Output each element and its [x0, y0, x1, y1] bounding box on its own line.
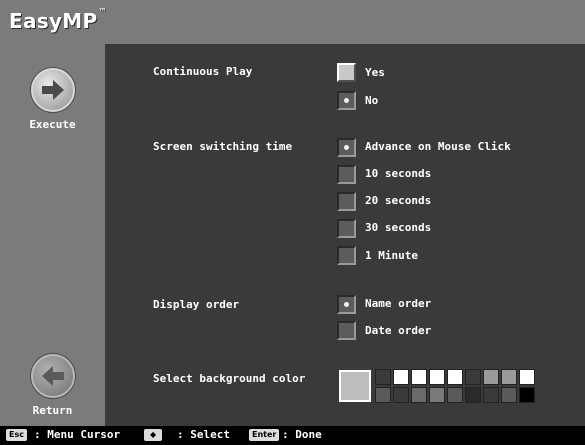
switch-30s-label: 30 seconds	[365, 221, 432, 234]
color-swatch[interactable]	[375, 387, 391, 403]
color-swatch[interactable]	[393, 369, 409, 385]
color-swatch[interactable]	[411, 369, 427, 385]
sidebar: Execute Return	[0, 44, 105, 426]
color-swatch[interactable]	[393, 387, 409, 403]
background-color-label: Select background color	[153, 372, 306, 385]
background-color-palette	[375, 369, 535, 405]
select-help-text: : Select	[177, 428, 230, 441]
switch-10s-radio[interactable]	[337, 165, 356, 184]
color-swatch[interactable]	[483, 369, 499, 385]
continuous-play-label: Continuous Play	[153, 65, 253, 78]
switch-mouse-click-radio[interactable]	[337, 138, 356, 157]
return-label: Return	[32, 404, 73, 417]
switch-20s-label: 20 seconds	[365, 194, 432, 207]
color-swatch[interactable]	[411, 387, 427, 403]
color-swatch[interactable]	[447, 369, 463, 385]
color-swatch[interactable]	[501, 369, 517, 385]
return-button[interactable]: Return	[0, 354, 105, 417]
color-swatch[interactable]	[447, 387, 463, 403]
color-swatch[interactable]	[483, 387, 499, 403]
color-swatch[interactable]	[465, 369, 481, 385]
done-help-text: : Done	[282, 428, 322, 441]
enter-key-icon: Enter	[249, 429, 280, 441]
title-bar: EasyMP™	[0, 0, 585, 44]
arrow-keys-icon: ◆	[144, 429, 163, 441]
order-date-radio[interactable]	[337, 321, 356, 340]
display-order-label: Display order	[153, 298, 240, 311]
color-swatch[interactable]	[429, 387, 445, 403]
continuous-play-no-label: No	[365, 94, 379, 107]
switch-mouse-click-label: Advance on Mouse Click	[365, 140, 511, 153]
color-swatch[interactable]	[501, 387, 517, 403]
continuous-play-yes-label: Yes	[365, 66, 385, 79]
color-swatch[interactable]	[519, 369, 535, 385]
esc-key-icon: Esc	[6, 429, 27, 441]
order-name-radio[interactable]	[337, 295, 356, 314]
switch-1min-label: 1 Minute	[365, 249, 418, 262]
switch-1min-radio[interactable]	[337, 246, 356, 265]
esc-help-text: : Menu Cursor	[34, 428, 121, 441]
switch-10s-label: 10 seconds	[365, 167, 432, 180]
switch-20s-radio[interactable]	[337, 192, 356, 211]
execute-label: Execute	[29, 118, 76, 131]
execute-button[interactable]: Execute	[0, 68, 105, 131]
continuous-play-yes-checkbox[interactable]	[337, 63, 356, 82]
screen-switching-label: Screen switching time	[153, 140, 293, 153]
order-date-label: Date order	[365, 324, 432, 337]
color-swatch[interactable]	[375, 369, 391, 385]
execute-arrow-icon	[30, 68, 75, 112]
switch-30s-radio[interactable]	[337, 219, 356, 238]
order-name-label: Name order	[365, 297, 432, 310]
color-swatch[interactable]	[429, 369, 445, 385]
return-arrow-icon	[30, 354, 75, 398]
continuous-play-no-radio[interactable]	[337, 91, 356, 110]
easymp-logo: EasyMP™	[9, 7, 107, 33]
background-color-preview	[339, 370, 371, 402]
color-swatch[interactable]	[465, 387, 481, 403]
color-swatch[interactable]	[519, 387, 535, 403]
key-help-bar: Esc : Menu Cursor ◆ : Select Enter : Don…	[0, 426, 585, 445]
